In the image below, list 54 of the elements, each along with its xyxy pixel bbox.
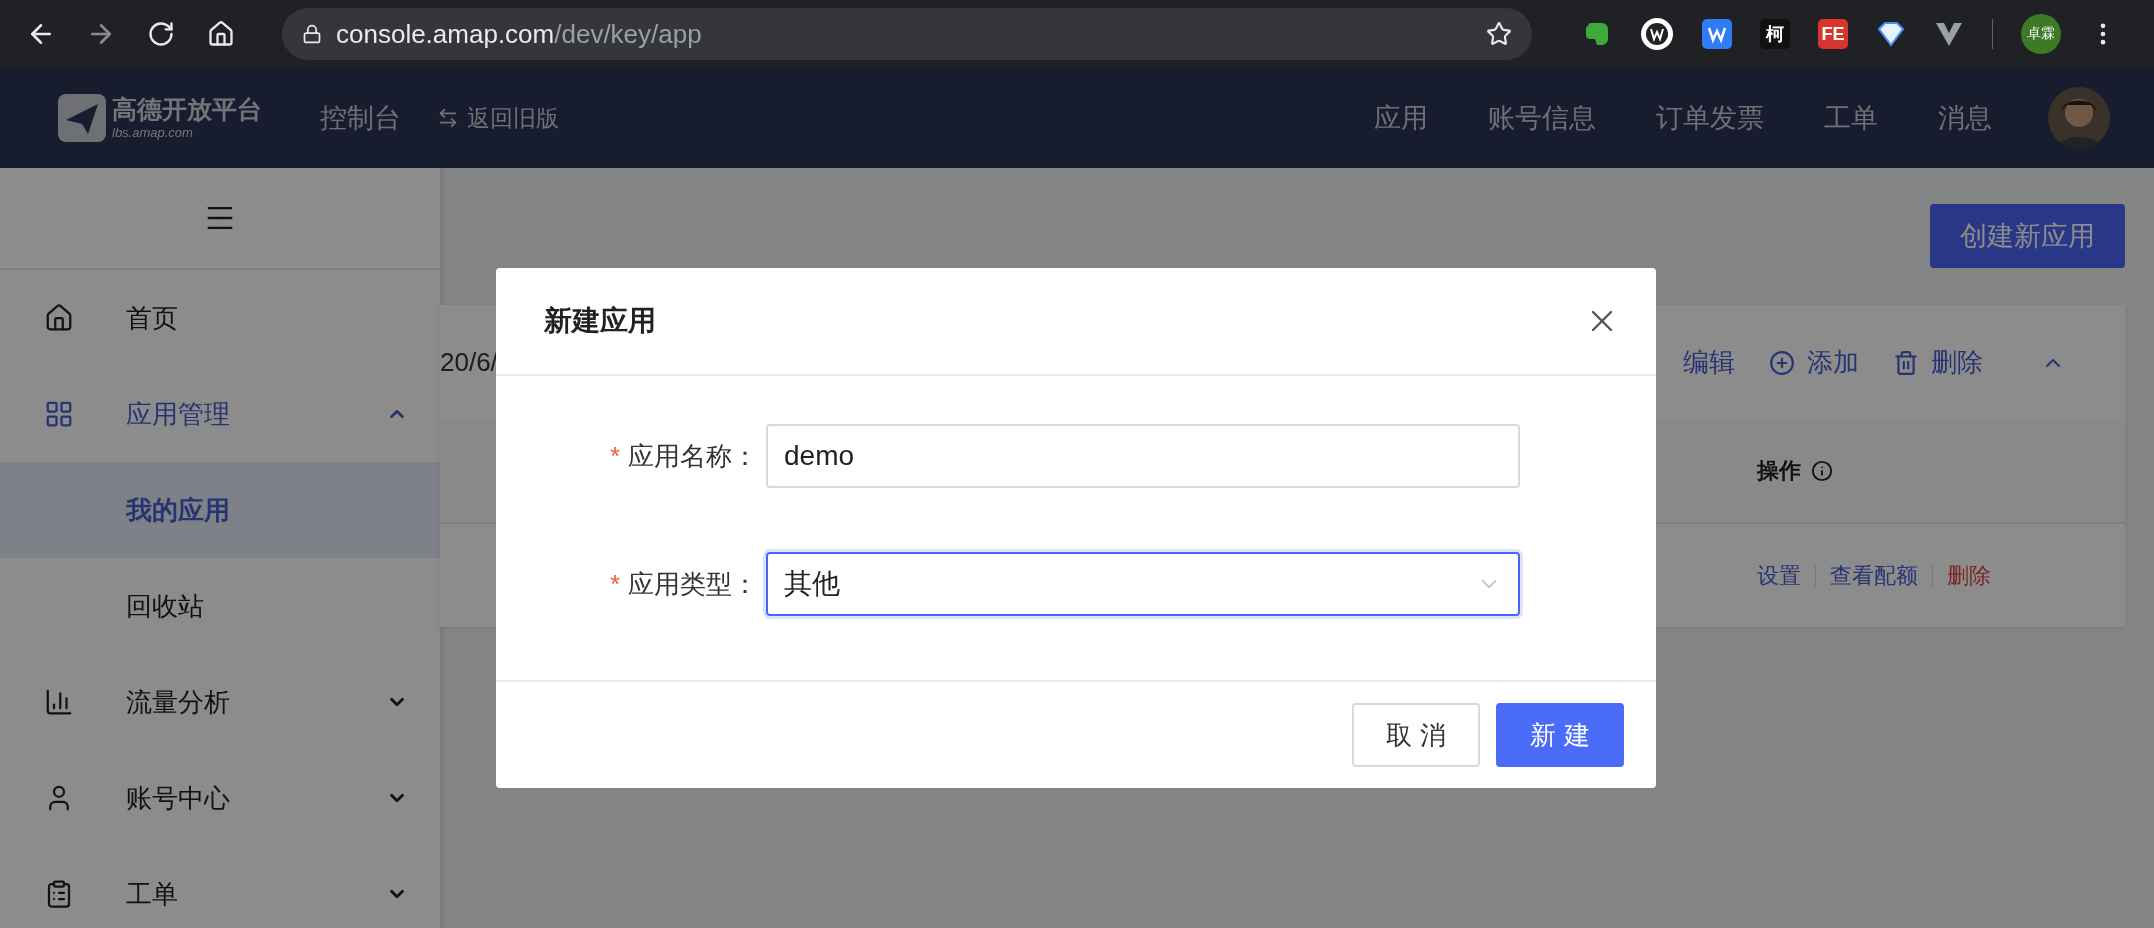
field-label: 应用名称： [628,440,758,471]
cancel-button[interactable]: 取 消 [1352,703,1480,767]
reload-icon[interactable] [147,20,175,48]
action-link[interactable]: 查看配额 [1830,560,1918,591]
grid-icon [44,399,74,429]
home-icon[interactable] [207,20,235,48]
url-text: console.amap.com/dev/key/app [336,18,703,50]
w-logo-icon[interactable] [1640,17,1674,51]
field-label: 应用类型： [628,568,758,599]
dialog-title: 新建应用 [544,304,657,338]
sidebar-item[interactable]: 首页 [0,270,440,366]
address-bar[interactable]: console.amap.com/dev/key/app [282,8,1532,60]
add-link[interactable]: 添加 [1769,345,1859,380]
create-app-button[interactable]: 创建新应用 [1930,204,2125,268]
extension-icon[interactable]: FE [1818,19,1848,49]
chart-icon [44,687,74,717]
console-link[interactable]: 控制台 [320,100,401,136]
nav-link[interactable]: 消息 [1938,100,1992,136]
home-icon [44,303,74,333]
action-link[interactable]: 设置 [1757,560,1801,591]
info-icon [1811,460,1833,482]
bookmark-star-icon[interactable] [1486,21,1512,47]
switch-version-link[interactable]: 返回旧版 [437,102,559,134]
input-field[interactable]: demo [766,424,1520,488]
swap-arrows-icon [437,107,459,129]
w-logo-icon[interactable] [1702,19,1732,49]
diamond-icon[interactable] [1876,19,1906,49]
nav-link[interactable]: 应用 [1374,100,1428,136]
paper-plane-logo-icon [58,94,106,142]
sidebar-item[interactable]: 我的应用 [0,462,440,558]
extension-icon[interactable]: 柯 [1760,19,1790,49]
required-mark: * [609,568,620,599]
sidebar-item[interactable]: 回收站 [0,558,440,654]
sidebar-item[interactable]: 工单 [0,846,440,928]
sidebar-item[interactable]: 流量分析 [0,654,440,750]
delete-link[interactable]: 删除 [1893,345,1983,380]
plus-circle-icon [1769,349,1795,376]
nav-link[interactable]: 工单 [1824,100,1878,136]
action-link[interactable]: 删除 [1947,560,1991,591]
edit-link[interactable]: 编辑 [1683,345,1735,380]
required-mark: * [609,440,620,471]
date-text: 20/6/ [440,347,498,378]
column-header: 操作 [1757,456,2125,486]
select-field[interactable]: 其他 [766,552,1520,616]
sidebar-item[interactable]: 应用管理 [0,366,440,462]
nav-link[interactable]: 账号信息 [1488,100,1596,136]
lock-icon [302,24,322,44]
logo-title: 高德开放平台 [112,96,262,122]
create-button[interactable]: 新 建 [1496,703,1624,767]
trash-icon [1893,349,1919,376]
sidebar-item[interactable]: 账号中心 [0,750,440,846]
nav-link[interactable]: 订单发票 [1656,100,1764,136]
profile-avatar[interactable]: 卓霖 [2021,14,2061,54]
logo-subtitle: lbs.amap.com [112,124,194,140]
